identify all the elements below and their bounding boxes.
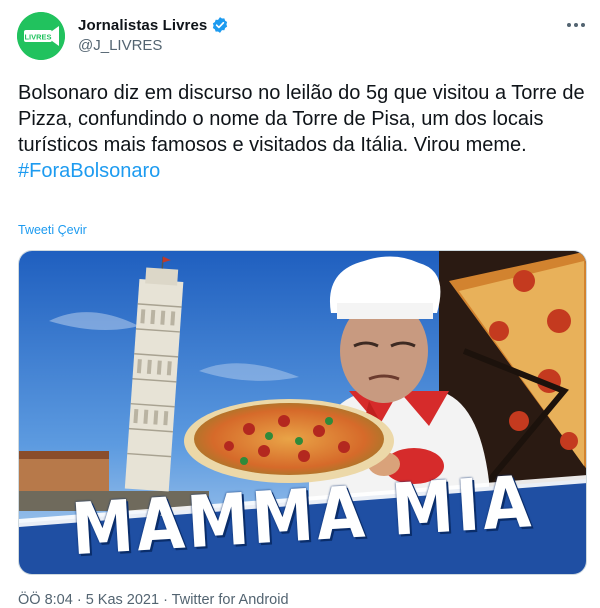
translate-tweet-link[interactable]: Tweeti Çevir [18,223,87,237]
tweet-media-image[interactable]: MAMMA MIA [18,250,587,575]
display-name[interactable]: Jornalistas Livres [78,17,207,34]
hashtag-link[interactable]: #ForaBolsonaro [18,158,590,184]
author-name-row[interactable]: Jornalistas Livres [78,16,229,34]
more-dots-icon [567,23,585,27]
more-options-button[interactable] [563,14,589,36]
avatar[interactable]: LIVRES [17,12,65,60]
avatar-logo-text: LIVRES [24,33,51,42]
tweet-body: Bolsonaro diz em discurso no leilão do 5… [18,82,585,156]
account-handle[interactable]: @J_LIVRES [78,37,162,54]
verified-badge-icon [213,17,228,33]
tweet-text: Bolsonaro diz em discurso no leilão do 5… [18,80,590,184]
